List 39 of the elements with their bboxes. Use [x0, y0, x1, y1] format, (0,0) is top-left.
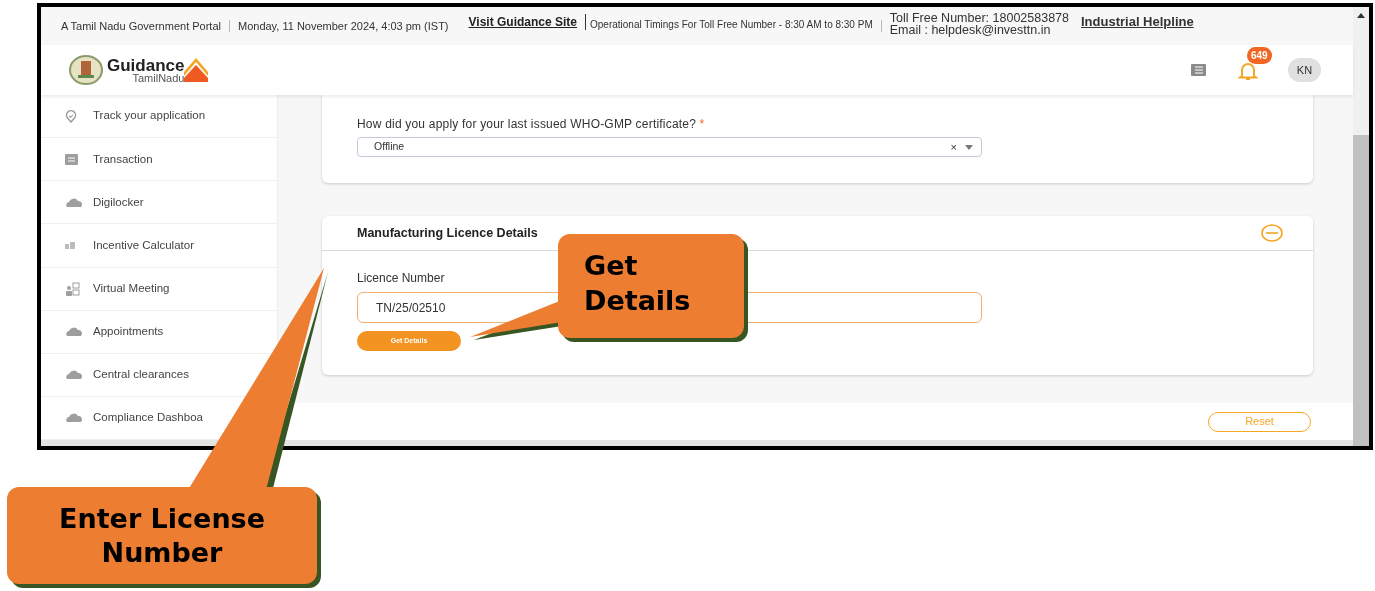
helpdesk-email: Email : helpdesk@investtn.in: [889, 24, 1052, 36]
required-mark: *: [699, 117, 705, 131]
sidebar-item[interactable]: Virtual Meeting: [41, 267, 277, 311]
transfer-icon: [65, 153, 78, 165]
meeting-icon: [65, 281, 80, 296]
bell-icon[interactable]: [1238, 61, 1258, 81]
sidebar-item[interactable]: Digilocker: [41, 181, 277, 225]
list-icon[interactable]: [1191, 64, 1206, 76]
scroll-up-icon[interactable]: [1357, 13, 1365, 18]
notification-badge: 649: [1247, 47, 1272, 64]
emblem-icon: [69, 55, 103, 85]
sidebar-item[interactable]: Appointments: [41, 310, 277, 354]
field-label: Licence Number: [357, 270, 446, 287]
cloud-icon: [65, 370, 83, 380]
location-pin-icon: [65, 109, 77, 123]
cloud-icon: [65, 327, 83, 337]
date-time: Monday, 11 November 2024, 4:03 pm (IST): [238, 18, 449, 34]
select-field[interactable]: Offline ×: [357, 137, 982, 157]
scrollbar[interactable]: [1353, 7, 1369, 446]
logo-title: Guidance: [107, 56, 185, 74]
logo-stripes-icon: [184, 58, 209, 82]
toll-free-number: Toll Free Number: 18002583878: [889, 12, 1069, 24]
industrial-helpline-link[interactable]: Industrial Helpline: [1081, 12, 1194, 32]
sidebar-item[interactable]: Transaction: [41, 138, 277, 182]
clear-button[interactable]: ×: [950, 138, 957, 156]
calculator-icon: [65, 241, 75, 250]
portal-name: A Tamil Nadu Government Portal: [61, 18, 221, 34]
cloud-icon: [65, 413, 83, 423]
sidebar-item[interactable]: Incentive Calculator: [41, 224, 277, 268]
question-label: How did you apply for your last issued WHO-GMP certificate? *: [357, 116, 706, 133]
section-title: Manufacturing Licence Details: [357, 224, 539, 242]
cloud-icon: [65, 197, 83, 207]
dropdown-caret-icon[interactable]: [965, 144, 973, 150]
logo-subtitle: TamilNadu: [132, 72, 185, 84]
guidance-site-link[interactable]: Visit Guidance Site: [468, 13, 577, 31]
user-avatar[interactable]: KN: [1288, 58, 1321, 82]
operational-timings: Operational Timings For Toll Free Number - 8:30 AM to 8:30 PM: [590, 17, 873, 32]
collapse-icon[interactable]: [1261, 224, 1283, 242]
sidebar-item[interactable]: Track your application: [41, 95, 277, 139]
